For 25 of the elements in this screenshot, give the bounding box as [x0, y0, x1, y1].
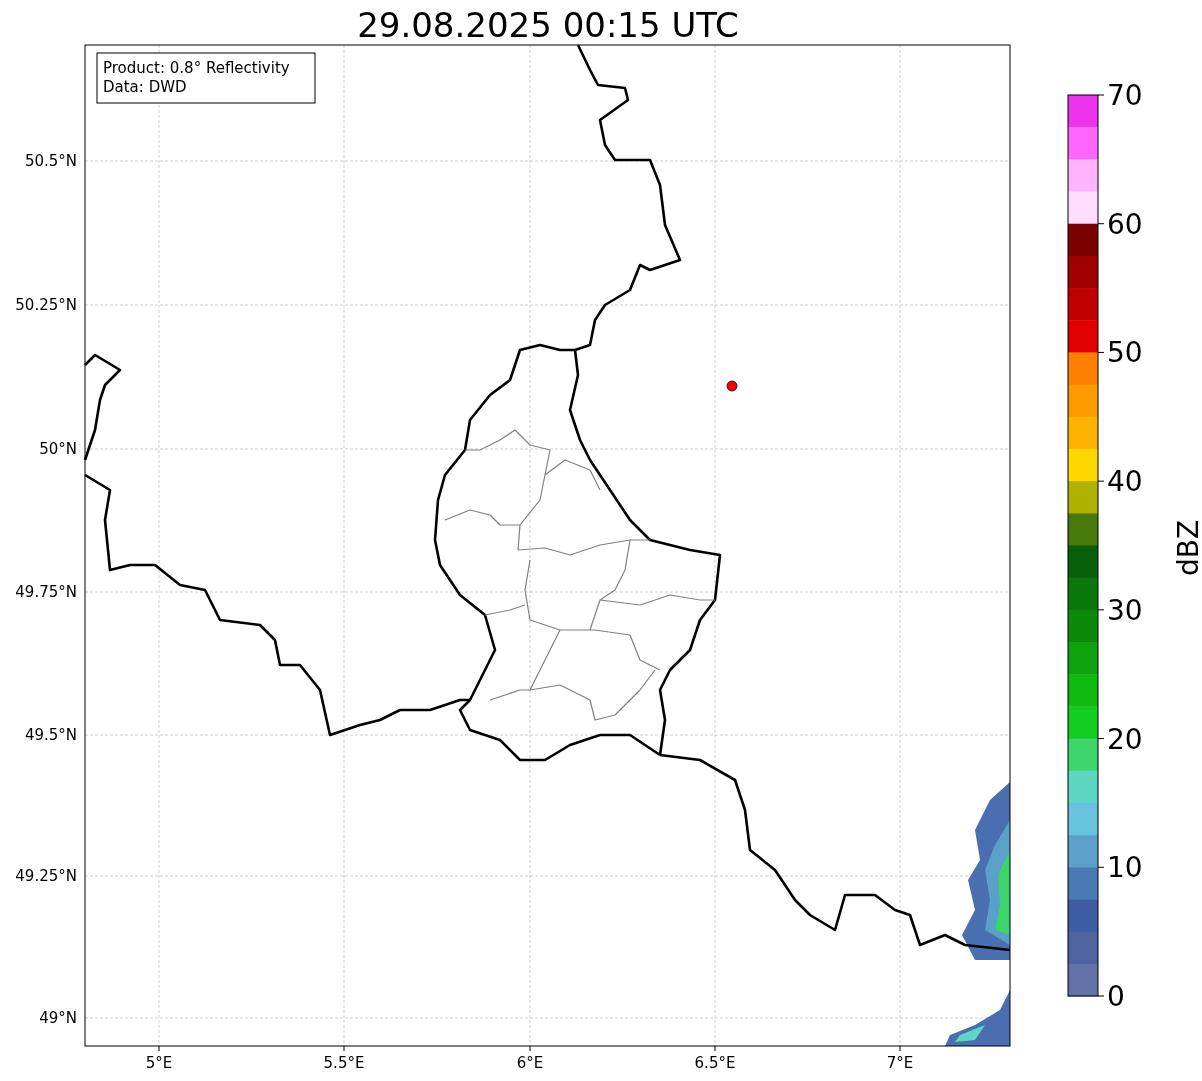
- axis-tick-label: 49°N: [39, 1009, 77, 1027]
- axis-tick-label: 49.5°N: [24, 726, 77, 744]
- colorbar-tick-label: 10: [1107, 851, 1143, 885]
- axis-tick-label: 7°E: [886, 1054, 914, 1072]
- axis-tick-label: 50°N: [39, 440, 77, 458]
- colorbar-label: dBZ: [1172, 519, 1202, 577]
- axis-tick-label: 5°E: [145, 1054, 173, 1072]
- chart-title: 29.08.2025 00:15 UTC: [357, 5, 739, 45]
- colorbar-tick-label: 20: [1107, 722, 1143, 756]
- axis-tick-label: 6.5°E: [694, 1054, 736, 1072]
- axis-tick-label: 49.25°N: [15, 867, 77, 885]
- axis-tick-label: 5.5°E: [323, 1054, 365, 1072]
- axis-tick-label: 50.5°N: [24, 152, 77, 170]
- axis-tick-label: 6°E: [516, 1054, 544, 1072]
- info-text: Data: DWD: [103, 78, 187, 96]
- colorbar-tick-label: 50: [1107, 336, 1143, 370]
- colorbar-tick-label: 30: [1107, 593, 1143, 627]
- colorbar-tick-label: 0: [1107, 980, 1125, 1013]
- axis-tick-label: 50.25°N: [15, 296, 77, 314]
- colorbar-tick-label: 60: [1107, 207, 1143, 241]
- info-text: Product: 0.8° Reflectivity: [103, 59, 290, 77]
- colorbar-tick-label: 40: [1107, 465, 1143, 499]
- radar-site-marker: [726, 380, 738, 392]
- axis-tick-label: 49.75°N: [15, 583, 77, 601]
- colorbar-tick-label: 70: [1107, 79, 1143, 112]
